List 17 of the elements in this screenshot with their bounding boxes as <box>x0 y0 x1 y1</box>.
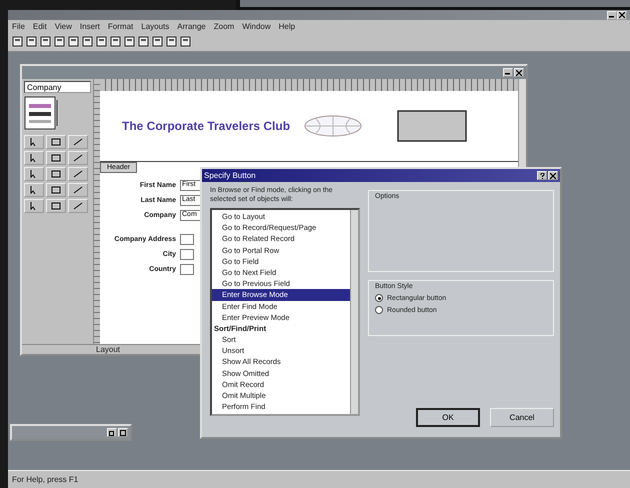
ok-button[interactable]: OK <box>416 408 480 427</box>
dialog-title: Specify Button <box>204 171 256 180</box>
menu-item[interactable]: Zoom <box>214 22 234 30</box>
layout-heading: The Corporate Travelers Club <box>122 119 290 133</box>
menu-item[interactable]: Window <box>242 22 271 30</box>
layout-dropdown[interactable]: Company <box>24 81 91 93</box>
menu-item[interactable]: Layouts <box>141 22 170 30</box>
cancel-button[interactable]: Cancel <box>490 408 554 427</box>
menu-item[interactable]: File <box>12 22 25 30</box>
menu-item[interactable]: Insert <box>80 22 100 30</box>
status-text: For Help, press F1 <box>12 475 78 484</box>
menu-item[interactable]: View <box>54 22 72 30</box>
menu-item[interactable]: Edit <box>32 22 47 30</box>
menu-item[interactable]: Help <box>278 22 296 30</box>
menu-item[interactable]: Format <box>108 22 134 30</box>
menu-item[interactable]: Arrange <box>177 22 206 30</box>
mode-label: Layout <box>96 345 120 354</box>
